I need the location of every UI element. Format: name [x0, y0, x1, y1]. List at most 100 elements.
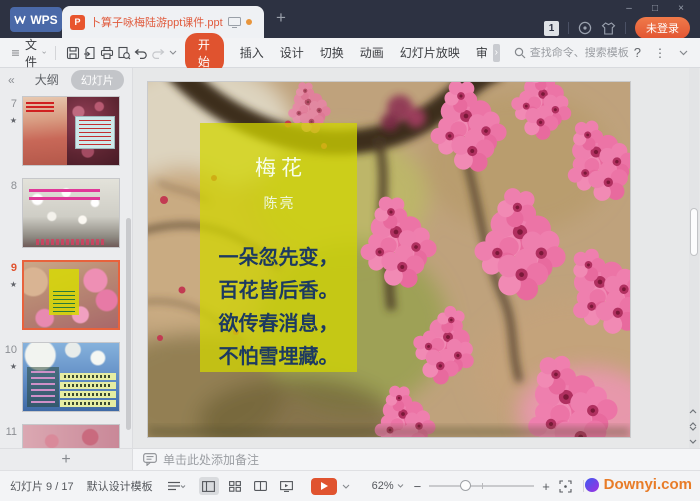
zoom-slider[interactable]: [429, 479, 534, 493]
maximize-button[interactable]: □: [642, 0, 668, 16]
slide-number: 7: [11, 98, 17, 110]
ribbon-tab-animation[interactable]: 动画: [360, 44, 384, 61]
close-button[interactable]: ×: [668, 0, 694, 16]
template-name[interactable]: 默认设计模板: [87, 478, 153, 494]
prev-slide-icon[interactable]: [689, 409, 697, 414]
thumbnail-image[interactable]: [22, 96, 120, 166]
poem-title: 梅花: [200, 152, 357, 182]
print-button[interactable]: [100, 43, 114, 63]
view-slideshow-button[interactable]: [277, 477, 297, 495]
slide-thumbnail-8[interactable]: 8: [0, 178, 132, 248]
ribbon-right-tools: ? ⋮: [634, 45, 700, 60]
animation-star-icon: ★: [0, 115, 17, 127]
print-preview-button[interactable]: [117, 43, 131, 63]
titlebar-tools: 1 未登录: [544, 17, 690, 39]
fit-screen-button[interactable]: [559, 480, 572, 493]
divider: [625, 22, 626, 34]
notes-toggle-button[interactable]: [168, 481, 186, 492]
scrollbar-thumb[interactable]: [690, 208, 698, 256]
export-pdf-icon: [83, 46, 97, 60]
slide-panel: « 大纲 幻灯片 7★ 8 9★ 10★ 11: [0, 68, 133, 448]
minimize-button[interactable]: –: [616, 0, 642, 16]
slide-thumbnail-7[interactable]: 7★: [0, 96, 132, 166]
search-icon: [514, 47, 526, 59]
ribbon-tab-review[interactable]: 审: [476, 44, 488, 61]
collapse-ribbon-icon[interactable]: [679, 50, 688, 56]
tab-monitor-icon[interactable]: [228, 17, 241, 28]
file-menu-button[interactable]: 文件: [25, 36, 38, 70]
slide-nav-icon[interactable]: [689, 422, 697, 431]
zoom-slider-handle[interactable]: [460, 480, 471, 491]
ribbon-tab-slideshow[interactable]: 幻灯片放映: [400, 44, 460, 61]
panel-collapse-button[interactable]: «: [8, 73, 15, 87]
ribbon-scroll-button[interactable]: ›: [493, 44, 500, 62]
redo-icon: [151, 47, 165, 59]
file-menu-chevron-icon[interactable]: [42, 50, 46, 55]
ribbon-tab-design[interactable]: 设计: [280, 44, 304, 61]
notification-icon[interactable]: [578, 21, 592, 35]
thumbnail-image[interactable]: [22, 342, 120, 412]
wps-presentation-window: WPS P 卜算子咏梅陆游ppt课件.ppt + – □ × 1 未登录 文件: [0, 0, 700, 501]
poem-body: 一朵忽先变， 百花皆后香。 欲传春消息， 不怕雪埋藏。: [200, 242, 357, 374]
window-controls: – □ ×: [616, 0, 694, 16]
wps-menu-button[interactable]: WPS: [10, 7, 62, 32]
search-input[interactable]: [530, 47, 634, 59]
brand-label: WPS: [30, 13, 57, 27]
add-slide-button[interactable]: +: [0, 448, 133, 470]
skin-icon[interactable]: [601, 22, 616, 35]
vertical-scrollbar[interactable]: [689, 68, 699, 448]
slide-sorter-icon: [229, 481, 241, 492]
animation-star-icon: ★: [0, 361, 17, 373]
login-button[interactable]: 未登录: [635, 17, 690, 39]
ribbon-tab-transition[interactable]: 切换: [320, 44, 344, 61]
more-options-button[interactable]: ⋮: [654, 46, 666, 60]
command-search-box[interactable]: [514, 47, 634, 59]
zoom-in-button[interactable]: +: [542, 479, 550, 494]
export-pdf-button[interactable]: [83, 43, 97, 63]
slide-counter[interactable]: 幻灯片 9 / 17: [10, 478, 74, 494]
qat-dropdown-button[interactable]: [168, 43, 179, 63]
tab-title: 卜算子咏梅陆游ppt课件.ppt: [90, 14, 223, 30]
play-button[interactable]: [311, 478, 337, 495]
redo-button[interactable]: [151, 43, 165, 63]
view-reading-button[interactable]: [251, 477, 271, 495]
notes-placeholder: 单击此处添加备注: [163, 451, 259, 468]
zoom-dropdown-icon[interactable]: [397, 484, 404, 488]
tab-slides[interactable]: 幻灯片: [71, 70, 124, 90]
notes-bar[interactable]: 单击此处添加备注: [133, 448, 700, 470]
zoom-out-button[interactable]: −: [414, 479, 422, 494]
zoom-level[interactable]: 62%: [372, 480, 394, 492]
slide-thumbnail-9[interactable]: 9★: [0, 260, 132, 330]
slide-number: 9: [11, 262, 17, 274]
chevron-down-icon: [169, 50, 177, 55]
editing-area: 梅花 陈亮 一朵忽先变， 百花皆后香。 欲传春消息， 不怕雪埋藏。: [133, 68, 700, 448]
doc-count-badge[interactable]: 1: [544, 21, 559, 36]
slide-thumbnail-11[interactable]: 11: [0, 424, 132, 448]
slide-thumbnail-10[interactable]: 10 ★: [0, 342, 132, 412]
slide-number: 10: [5, 344, 17, 356]
new-tab-button[interactable]: +: [276, 8, 286, 28]
help-button[interactable]: ?: [634, 45, 641, 60]
view-sorter-button[interactable]: [225, 477, 245, 495]
save-button[interactable]: [66, 43, 80, 63]
document-tab[interactable]: P 卜算子咏梅陆游ppt课件.ppt: [62, 6, 264, 38]
play-dropdown-icon[interactable]: [342, 484, 350, 489]
thumbnail-image-selected[interactable]: [22, 260, 120, 330]
tab-outline[interactable]: 大纲: [35, 71, 59, 88]
ribbon-tab-insert[interactable]: 插入: [240, 44, 264, 61]
slideshow-icon: [280, 481, 293, 492]
undo-button[interactable]: [134, 43, 148, 63]
thumbnail-image[interactable]: [22, 424, 120, 448]
next-slide-icon[interactable]: [689, 439, 697, 444]
thumbnail-image[interactable]: [22, 178, 120, 248]
fit-screen-icon: [559, 480, 572, 493]
divider: [55, 46, 56, 60]
view-normal-button[interactable]: [199, 477, 219, 495]
print-icon: [100, 46, 114, 60]
hamburger-icon[interactable]: [12, 48, 19, 58]
slide-canvas[interactable]: 梅花 陈亮 一朵忽先变， 百花皆后香。 欲传春消息， 不怕雪埋藏。: [148, 82, 630, 437]
poem-text-box[interactable]: 梅花 陈亮 一朵忽先变， 百花皆后香。 欲传春消息， 不怕雪埋藏。: [200, 123, 357, 372]
panel-scrollbar-thumb[interactable]: [126, 218, 131, 430]
poem-line: 一朵忽先变，: [200, 242, 357, 275]
ribbon-tab-home[interactable]: 开始: [185, 33, 224, 73]
